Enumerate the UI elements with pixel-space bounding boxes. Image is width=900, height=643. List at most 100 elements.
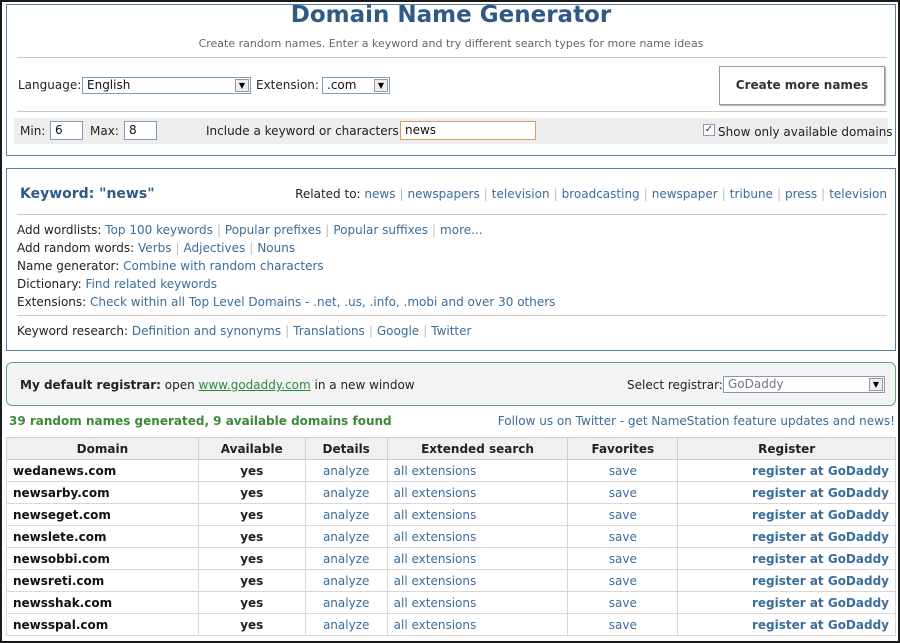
extension-select[interactable]: .com ▼ [322, 77, 390, 94]
col-register: Register [677, 437, 896, 460]
analyze-link[interactable]: analyze [323, 486, 369, 500]
analyze-link[interactable]: analyze [323, 508, 369, 522]
all-extensions-link[interactable]: all extensions [394, 486, 477, 500]
random-words-label: Add random words: [17, 241, 135, 255]
save-link[interactable]: save [609, 486, 637, 500]
extension-label: Extension: [256, 78, 319, 92]
registrar-select[interactable]: GoDaddy ▼ [723, 376, 885, 393]
available-checkbox[interactable]: ✓ [703, 124, 715, 136]
chevron-down-icon[interactable]: ▼ [235, 79, 249, 92]
related-link[interactable]: press [785, 187, 817, 201]
analyze-link[interactable]: analyze [323, 464, 369, 478]
domain-cell: newsobbi.com [6, 547, 199, 570]
analyze-link[interactable]: analyze [323, 552, 369, 566]
research-link[interactable]: Definition and synonyms [132, 324, 281, 338]
research-link[interactable]: Twitter [431, 324, 471, 338]
research-link[interactable]: Translations [293, 324, 365, 338]
register-link[interactable]: register at GoDaddy [752, 486, 889, 500]
save-link[interactable]: save [609, 464, 637, 478]
related-link[interactable]: television [492, 187, 550, 201]
available-cell: yes [197, 525, 306, 548]
related-link[interactable]: newspapers [408, 187, 480, 201]
wordlist-link[interactable]: Popular suffixes [333, 223, 428, 237]
available-cell: yes [197, 569, 306, 592]
domain-cell: wedanews.com [6, 459, 199, 482]
keyword-research-label: Keyword research: [17, 324, 129, 338]
language-select[interactable]: English ▼ [82, 77, 251, 94]
analyze-link[interactable]: analyze [323, 574, 369, 588]
related-link[interactable]: newspaper [652, 187, 718, 201]
related-link[interactable]: broadcasting [562, 187, 640, 201]
all-extensions-link[interactable]: all extensions [394, 530, 477, 544]
min-label: Min: [20, 124, 46, 138]
table-row: newsarby.com yes analyze all extensions … [6, 481, 896, 504]
related-link[interactable]: tribune [730, 187, 773, 201]
save-link[interactable]: save [609, 552, 637, 566]
register-link[interactable]: register at GoDaddy [752, 508, 889, 522]
domain-cell: newsshak.com [6, 591, 199, 614]
domain-cell: newseget.com [6, 503, 199, 526]
twitter-follow-link[interactable]: Follow us on Twitter - get NameStation f… [498, 414, 895, 428]
domain-cell: newsarby.com [6, 481, 199, 504]
name-generator-link[interactable]: Combine with random characters [123, 259, 324, 273]
all-extensions-link[interactable]: all extensions [394, 596, 477, 610]
random-word-link[interactable]: Verbs [138, 241, 171, 255]
research-link[interactable]: Google [377, 324, 419, 338]
col-domain: Domain [6, 437, 199, 460]
register-link[interactable]: register at GoDaddy [752, 464, 889, 478]
keyword-panel: Keyword: "news" Related to: news | newspap… [6, 168, 896, 351]
max-label: Max: [90, 124, 119, 138]
registrar-link[interactable]: www.godaddy.com [199, 378, 311, 392]
analyze-link[interactable]: analyze [323, 530, 369, 544]
save-link[interactable]: save [609, 618, 637, 632]
all-extensions-link[interactable]: all extensions [394, 574, 477, 588]
random-word-link[interactable]: Adjectives [184, 241, 246, 255]
table-row: newsobbi.com yes analyze all extensions … [6, 547, 896, 570]
available-cell: yes [197, 459, 306, 482]
related-link[interactable]: news [364, 187, 395, 201]
register-link[interactable]: register at GoDaddy [752, 530, 889, 544]
random-word-link[interactable]: Nouns [257, 241, 295, 255]
all-extensions-link[interactable]: all extensions [394, 618, 477, 632]
divider [17, 111, 887, 112]
save-link[interactable]: save [609, 530, 637, 544]
extensions-link[interactable]: Check within all Top Level Domains - .ne… [90, 295, 555, 309]
default-registrar: My default registrar: open www.godaddy.c… [20, 378, 415, 392]
analyze-link[interactable]: analyze [323, 618, 369, 632]
select-registrar-label: Select registrar: [627, 378, 723, 392]
domain-cell: newslete.com [6, 525, 199, 548]
available-label: Show only available domains [718, 125, 893, 139]
wordlist-link[interactable]: Top 100 keywords [105, 223, 213, 237]
wordlist-link[interactable]: Popular prefixes [225, 223, 321, 237]
domain-cell: newsreti.com [6, 569, 199, 592]
extension-value: .com [327, 78, 357, 92]
table-row: newseget.com yes analyze all extensions … [6, 503, 896, 526]
min-input[interactable]: 6 [50, 121, 83, 140]
create-more-names-button[interactable]: Create more names [719, 66, 885, 105]
keyword-research-row: Keyword research: Definition and synonym… [17, 324, 472, 338]
register-link[interactable]: register at GoDaddy [752, 618, 889, 632]
wordlists-label: Add wordlists: [17, 223, 102, 237]
all-extensions-link[interactable]: all extensions [394, 552, 477, 566]
keyword-input[interactable]: news [400, 121, 536, 140]
related-link[interactable]: television [829, 187, 887, 201]
save-link[interactable]: save [609, 574, 637, 588]
dictionary-link[interactable]: Find related keywords [86, 277, 217, 291]
analyze-link[interactable]: analyze [323, 596, 369, 610]
generator-panel: Domain Name Generator Create random name… [6, 2, 896, 156]
register-link[interactable]: register at GoDaddy [752, 596, 889, 610]
available-cell: yes [197, 503, 306, 526]
wordlist-link[interactable]: more... [440, 223, 483, 237]
domain-cell: newsspal.com [6, 613, 199, 636]
register-link[interactable]: register at GoDaddy [752, 552, 889, 566]
table-row: newsspal.com yes analyze all extensions … [6, 613, 896, 636]
select-registrar: Select registrar: [627, 378, 723, 392]
save-link[interactable]: save [609, 596, 637, 610]
register-link[interactable]: register at GoDaddy [752, 574, 889, 588]
chevron-down-icon[interactable]: ▼ [374, 79, 388, 92]
all-extensions-link[interactable]: all extensions [394, 508, 477, 522]
save-link[interactable]: save [609, 508, 637, 522]
chevron-down-icon[interactable]: ▼ [869, 378, 883, 391]
all-extensions-link[interactable]: all extensions [394, 464, 477, 478]
max-input[interactable]: 8 [124, 121, 157, 140]
